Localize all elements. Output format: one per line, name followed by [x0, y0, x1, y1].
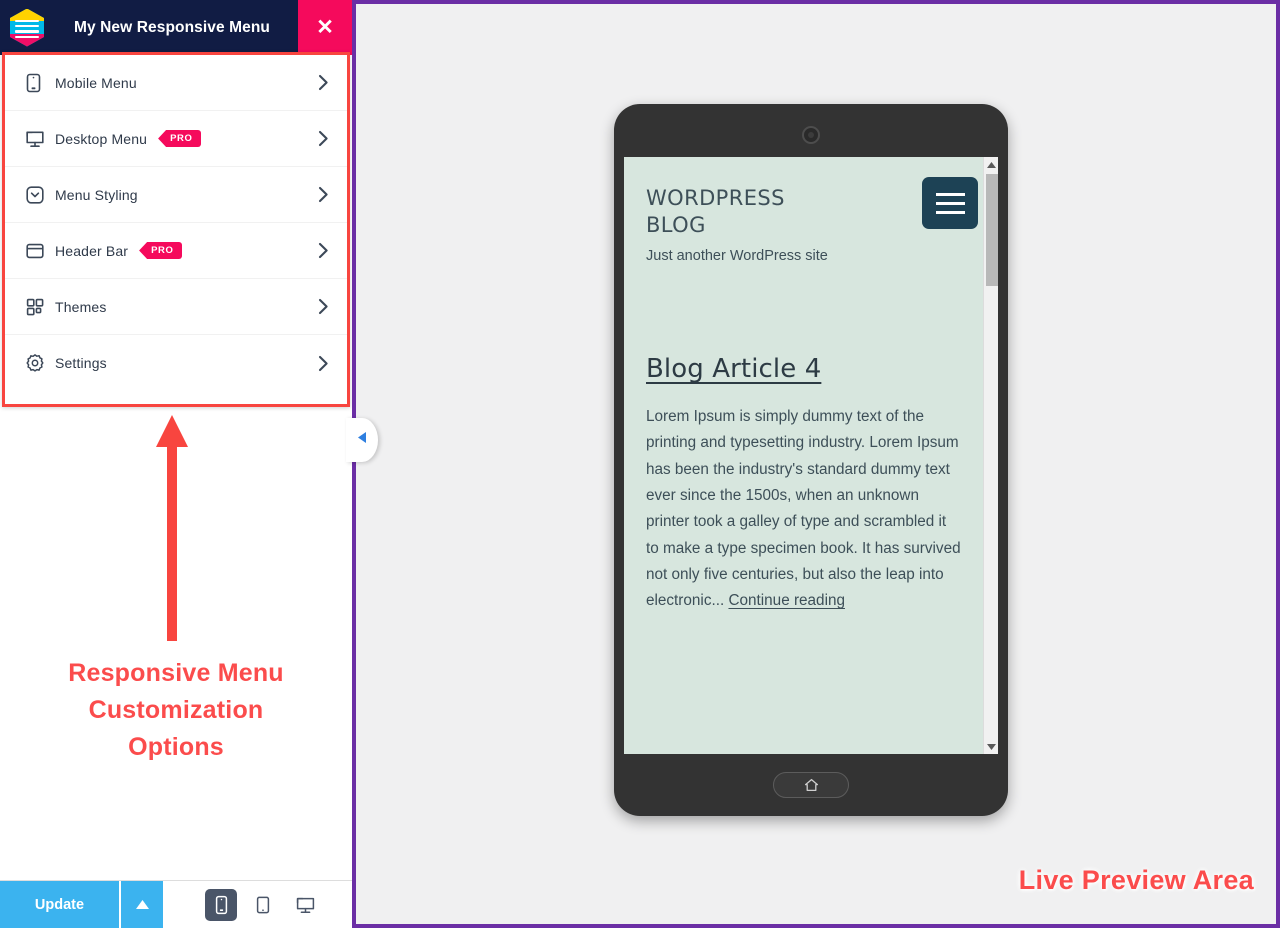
sidebar-bottom-toolbar: Update: [0, 880, 352, 928]
chevron-right-icon: [318, 355, 329, 372]
collapse-left-caret-icon: [357, 431, 368, 449]
sidebar-item-label: Menu Styling: [55, 186, 138, 203]
customizer-sidebar: My New Responsive Menu ✕ Mobile Menu Des…: [0, 0, 352, 928]
sidebar-item-label: Desktop Menu: [55, 130, 148, 147]
grid-squares-icon: [25, 297, 55, 317]
sidebar-item-header-bar[interactable]: Header Bar PRO: [5, 223, 347, 279]
desktop-device-icon[interactable]: [289, 889, 321, 921]
site-tagline: Just another WordPress site: [646, 247, 828, 264]
post-excerpt-text: Lorem Ipsum is simply dummy text of the …: [646, 408, 961, 610]
annotation-left: Responsive Menu Customization Options: [0, 655, 352, 766]
settings-accordion: Mobile Menu Desktop Menu PRO Menu Stylin…: [5, 55, 347, 404]
mobile-device-icon[interactable]: [205, 888, 237, 921]
scroll-up-arrow-icon[interactable]: [984, 157, 998, 172]
page-title: My New Responsive Menu: [74, 18, 270, 36]
tablet-device-icon[interactable]: [247, 889, 279, 921]
scroll-down-arrow-icon[interactable]: [984, 739, 998, 754]
responsive-menu-hexagon-logo-icon: [0, 0, 54, 55]
red-up-arrow-icon: [155, 413, 189, 645]
pro-badge: PRO: [158, 130, 202, 147]
caret-up-icon[interactable]: [121, 881, 163, 928]
continue-reading-link[interactable]: Continue reading: [728, 592, 845, 609]
front-camera-icon: [802, 126, 820, 144]
sidebar-item-mobile-menu[interactable]: Mobile Menu: [5, 55, 347, 111]
chevron-right-icon: [318, 298, 329, 315]
sidebar-item-menu-styling[interactable]: Menu Styling: [5, 167, 347, 223]
close-icon[interactable]: ✕: [298, 0, 352, 55]
site-title: WORDPRESS BLOG: [646, 186, 785, 238]
sidebar-item-themes[interactable]: Themes: [5, 279, 347, 335]
preview-site-content: WORDPRESS BLOG Just another WordPress si…: [624, 157, 983, 754]
annotation-left-line: Responsive Menu: [68, 659, 284, 687]
customizer-screen: My New Responsive Menu ✕ Mobile Menu Des…: [0, 0, 1280, 928]
chevron-right-icon: [318, 130, 329, 147]
home-icon[interactable]: [773, 772, 849, 798]
update-button[interactable]: Update: [0, 881, 119, 928]
mobile-phone-icon: [25, 73, 55, 93]
chevron-right-icon: [318, 74, 329, 91]
menu-options-highlight-box: Mobile Menu Desktop Menu PRO Menu Stylin…: [2, 52, 350, 407]
live-preview-area: WORDPRESS BLOG Just another WordPress si…: [352, 0, 1280, 928]
sidebar-item-label: Header Bar: [55, 242, 129, 259]
gear-icon: [25, 353, 55, 373]
preview-scrollbar[interactable]: [983, 157, 998, 754]
pro-badge: PRO: [139, 242, 183, 259]
sidebar-item-label: Mobile Menu: [55, 74, 137, 91]
chevron-right-icon: [318, 242, 329, 259]
sidebar-item-settings[interactable]: Settings: [5, 335, 347, 391]
post-excerpt: Lorem Ipsum is simply dummy text of the …: [646, 404, 961, 614]
post-title-link[interactable]: Blog Article 4: [646, 354, 961, 384]
desktop-monitor-icon: [25, 129, 55, 149]
annotation-left-line: Options: [128, 733, 224, 761]
sidebar-header: My New Responsive Menu ✕: [0, 0, 352, 55]
collapse-sidebar-handle[interactable]: [346, 418, 378, 462]
phone-screen: WORDPRESS BLOG Just another WordPress si…: [624, 157, 998, 754]
annotation-left-line: Customization: [88, 696, 264, 724]
phone-mockup: WORDPRESS BLOG Just another WordPress si…: [614, 104, 1008, 816]
chevron-down-box-icon: [25, 185, 55, 205]
sidebar-item-label: Themes: [55, 298, 107, 315]
sidebar-item-desktop-menu[interactable]: Desktop Menu PRO: [5, 111, 347, 167]
header-bar-icon: [25, 241, 55, 261]
annotation-right: Live Preview Area: [1018, 865, 1254, 895]
chevron-right-icon: [318, 186, 329, 203]
scrollbar-thumb[interactable]: [986, 174, 998, 286]
sidebar-item-label: Settings: [55, 355, 107, 371]
device-preview-switcher: [163, 881, 352, 928]
hamburger-menu-icon[interactable]: [922, 177, 978, 229]
